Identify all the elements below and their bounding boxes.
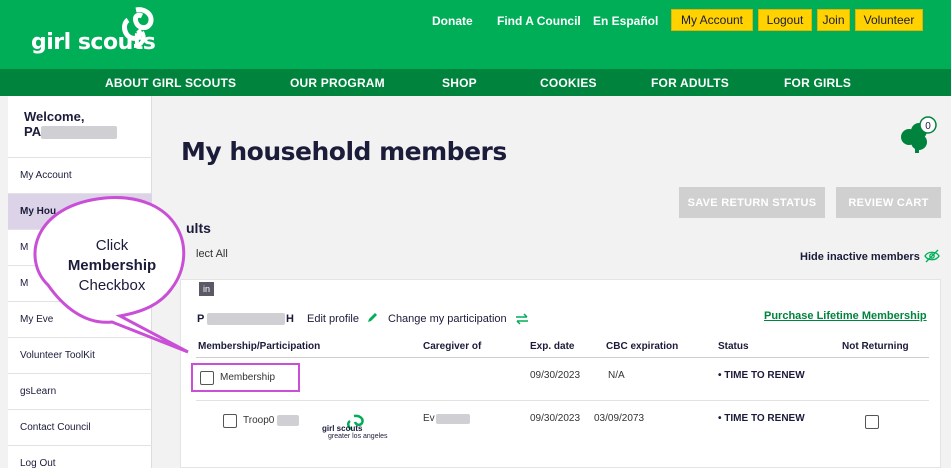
edit-profile-link[interactable]: Edit profile <box>307 313 359 325</box>
nav-cookies[interactable]: COOKIES <box>540 76 597 90</box>
callout-line1: Click <box>95 237 129 254</box>
col-not-returning: Not Returning <box>842 341 909 352</box>
redacted-member-name <box>207 313 285 325</box>
row2-cbc: 03/09/2073 <box>594 413 645 424</box>
col-status: Status <box>718 341 749 352</box>
change-participation-link[interactable]: Change my participation <box>388 313 507 325</box>
col-exp-date: Exp. date <box>530 341 575 352</box>
nav-for-girls[interactable]: FOR GIRLS <box>784 76 851 90</box>
redacted-caregiver <box>436 414 470 424</box>
page-title: My household members <box>181 137 507 166</box>
hide-inactive-toggle[interactable]: Hide inactive members <box>800 251 920 263</box>
my-account-button[interactable]: My Account <box>671 9 753 31</box>
member-name: P <box>197 313 205 325</box>
col-caregiver: Caregiver of <box>423 341 482 352</box>
row-divider <box>196 400 929 401</box>
purchase-lifetime-membership-link[interactable]: Purchase Lifetime Membership <box>764 310 927 322</box>
welcome-name: PA <box>24 124 42 139</box>
callout-text: Click Membership Checkbox <box>62 236 162 296</box>
espanol-link[interactable]: En Español <box>593 14 658 28</box>
save-return-status-button[interactable]: SAVE RETURN STATUS <box>679 187 825 218</box>
col-membership: Membership/Participation <box>198 341 321 352</box>
not-returning-checkbox[interactable] <box>865 415 879 429</box>
council-logo-line2: greater los angeles <box>328 433 388 440</box>
pencil-icon[interactable] <box>366 311 379 324</box>
swap-arrows-icon[interactable] <box>515 313 529 325</box>
header-divider <box>196 357 929 358</box>
callout-line2: Membership <box>67 257 157 274</box>
top-header: girl scouts Donate Find A Council En Esp… <box>0 0 951 69</box>
redacted-troop-number <box>277 415 299 426</box>
row2-exp-date: 09/30/2023 <box>530 413 581 424</box>
row1-cbc: N/A <box>608 370 625 381</box>
troop-label[interactable]: Troop0 <box>243 415 274 426</box>
membership-highlight-box <box>191 363 300 392</box>
nav-program[interactable]: OUR PROGRAM <box>290 76 385 90</box>
nav-about[interactable]: ABOUT GIRL SCOUTS <box>105 76 236 90</box>
sidebar-item-log-out[interactable]: Log Out <box>8 445 152 468</box>
row1-status: • TIME TO RENEW <box>718 370 805 381</box>
trefoil-cart-icon: 0 <box>901 116 937 153</box>
row1-exp-date: 09/30/2023 <box>530 370 581 381</box>
role-tag: in <box>199 282 215 296</box>
sidebar-item-my-events[interactable]: My Eve <box>8 301 152 337</box>
nav-shop[interactable]: SHOP <box>442 76 477 90</box>
adults-section-title: ults <box>186 220 211 236</box>
row2-caregiver: Ev <box>423 413 435 424</box>
callout-line3: Checkbox <box>78 277 146 294</box>
redacted-name <box>41 126 118 140</box>
col-cbc-expiration: CBC expiration <box>606 341 679 352</box>
cart-icon[interactable]: 0 <box>895 115 939 155</box>
eye-slash-icon[interactable] <box>924 248 940 264</box>
find-council-link[interactable]: Find A Council <box>497 14 581 28</box>
welcome-label: Welcome, <box>24 109 85 124</box>
volunteer-button[interactable]: Volunteer <box>855 9 923 31</box>
donate-link[interactable]: Donate <box>432 14 473 28</box>
sidebar-item-volunteer-toolkit[interactable]: Volunteer ToolKit <box>8 337 152 373</box>
review-cart-button[interactable]: REVIEW CART <box>836 187 941 218</box>
council-logo-line1: girl scouts <box>322 424 363 433</box>
logout-button[interactable]: Logout <box>758 9 812 31</box>
sidebar-item-my-account[interactable]: My Account <box>8 157 152 193</box>
main-nav: ABOUT GIRL SCOUTS OUR PROGRAM SHOP COOKI… <box>0 69 951 96</box>
nav-for-adults[interactable]: FOR ADULTS <box>651 76 729 90</box>
sidebar-item-contact-council[interactable]: Contact Council <box>8 409 152 445</box>
cart-count: 0 <box>925 121 931 132</box>
select-all-option[interactable]: lect All <box>196 248 228 260</box>
row2-status: • TIME TO RENEW <box>718 413 805 424</box>
welcome-text: Welcome, PA <box>24 109 118 140</box>
trefoil-logo-icon[interactable] <box>116 6 158 48</box>
troop-checkbox[interactable] <box>223 414 237 428</box>
member-name-suffix: H <box>286 313 294 325</box>
sidebar-item-gslearn[interactable]: gsLearn <box>8 373 152 409</box>
join-button[interactable]: Join <box>817 9 850 31</box>
sidebar-item-my-household[interactable]: My Hou <box>8 193 152 229</box>
